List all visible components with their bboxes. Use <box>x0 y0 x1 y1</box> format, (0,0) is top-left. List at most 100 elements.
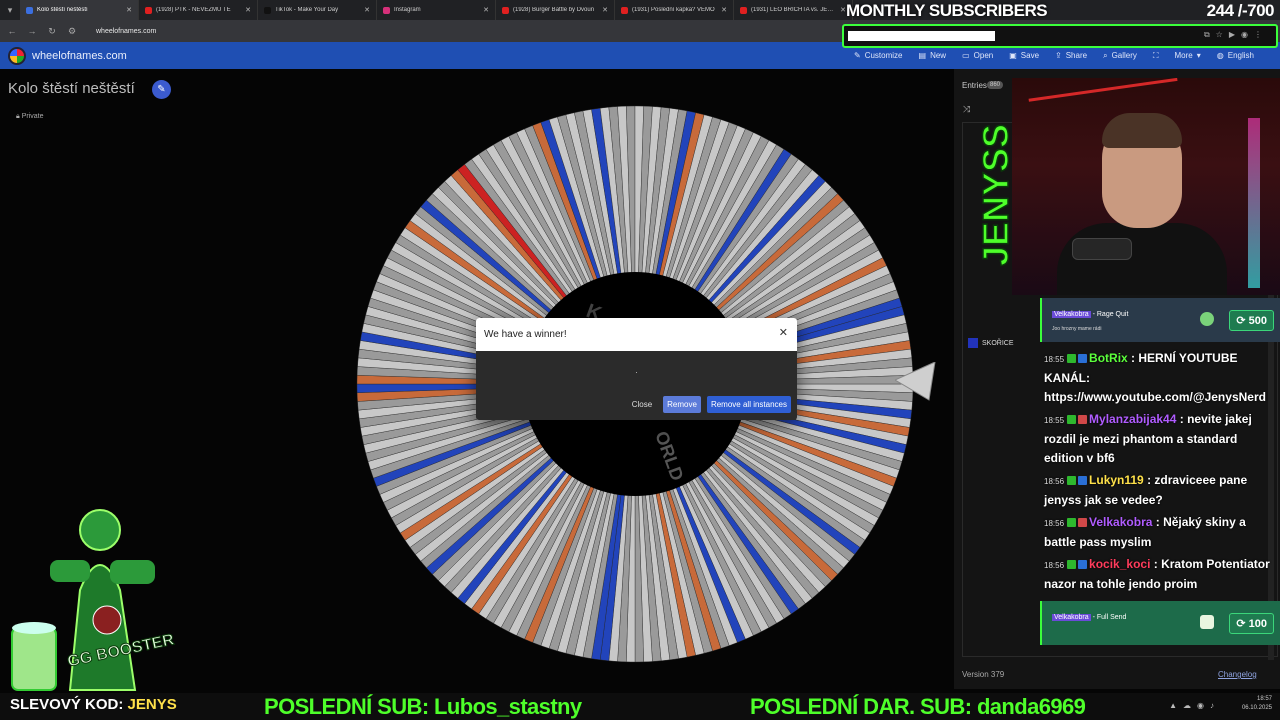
reload-icon[interactable]: ↻ <box>46 26 58 37</box>
browser-tab[interactable]: (1928) PTK - NEVEZMU TĚ ✕ <box>139 0 258 20</box>
subs-goal-count: 244 /-700 <box>1206 1 1275 20</box>
browser-tab[interactable]: (1928) Burger Battle by Dvoun ✕ <box>496 0 615 20</box>
microphone <box>1072 238 1132 260</box>
chat-username[interactable]: BotRix <box>1089 351 1128 365</box>
entries-tab[interactable]: Entries <box>962 81 987 90</box>
chat-badge-icon <box>1078 415 1088 424</box>
close-tab-icon[interactable]: ✕ <box>245 6 251 14</box>
winner-name: · <box>635 368 638 377</box>
close-tab-icon[interactable]: ✕ <box>602 6 608 14</box>
chat-username[interactable]: Mylanzabijak44 <box>1089 412 1176 426</box>
close-tab-icon[interactable]: ✕ <box>126 6 132 14</box>
wheel-pointer-icon <box>895 362 936 401</box>
site-name[interactable]: wheelofnames.com <box>32 50 127 62</box>
menu-customize[interactable]: ✎ Customize <box>854 51 903 60</box>
reward-user: Velkakobra <box>1052 311 1091 318</box>
chat-timestamp: 18:55 <box>1044 355 1065 364</box>
url-field[interactable]: wheelofnames.com <box>96 28 156 35</box>
tab-title: (1928) Burger Battle by Dvoun <box>513 7 595 13</box>
jenyss-logo-text: JENYSS <box>975 124 1016 266</box>
menu-label: Open <box>973 51 994 60</box>
subs-goal-title: MONTHLY SUBSCRIBERS <box>846 1 1048 20</box>
browser-tab[interactable]: (1931) LEO BRICHTA vs. JENYS ✕ <box>734 0 853 20</box>
menu-save[interactable]: ▣ Save <box>1009 51 1039 60</box>
chat-badge-icon <box>1067 476 1077 485</box>
menu-more[interactable]: More ▾ <box>1175 51 1201 60</box>
streamer-hair <box>1102 113 1182 148</box>
close-tab-icon[interactable]: ✕ <box>483 6 489 14</box>
browser-tab[interactable]: (1931) Poslední kapka? VĚMO ✕ <box>615 0 734 20</box>
palette-icon: ✎ <box>854 51 861 60</box>
subs-goal-bar: ⧉☆▶◉⋮ <box>842 24 1278 48</box>
reward-name: - Rage Quit <box>1092 311 1129 318</box>
version-label: Version 379 <box>962 670 1005 679</box>
edit-title-button[interactable]: ✎ <box>152 80 171 99</box>
remove-button[interactable]: Remove <box>663 396 701 413</box>
menu-gallery[interactable]: ⌕ Gallery <box>1103 51 1137 61</box>
browser-tab[interactable]: Kolo štěstí neštěstí ✕ <box>20 0 139 20</box>
shuffle-icon[interactable]: ⤨ <box>963 104 970 115</box>
browser-tab[interactable]: TikTok - Make Your Day ✕ <box>258 0 377 20</box>
discount-code-value: JENYS <box>127 696 177 713</box>
chat-badge-icon <box>1067 415 1077 424</box>
discount-code: SLEVOVÝ KOD: JENYS <box>10 696 177 713</box>
chat-badge-icon <box>1067 354 1077 363</box>
clock-time: 18:57 <box>1256 696 1272 702</box>
privacy-text: Private <box>21 113 44 120</box>
close-tab-icon[interactable]: ✕ <box>721 6 727 14</box>
changelog-link[interactable]: Changelog <box>1218 670 1257 679</box>
close-button[interactable]: Close <box>627 396 657 413</box>
tab-favicon-icon <box>621 6 628 14</box>
site-info-icon[interactable]: ⚙ <box>66 26 78 37</box>
reward-title: Velkakobra - Rage Quit <box>1052 311 1128 318</box>
reward-redeem-card: Velkakobra - Full Send ⟳ 100 <box>1040 601 1280 645</box>
tab-favicon-icon <box>264 6 271 14</box>
entries-count-badge: 860 <box>987 81 1004 89</box>
chat-username[interactable]: kocik_koci <box>1089 557 1150 571</box>
menu-language[interactable]: ◍ English <box>1217 51 1254 60</box>
system-tray-icons[interactable]: ▲☁◉♪ <box>1169 701 1220 710</box>
chat-message: 18:56 Lukyn119 : zdraviceee pane jenyss j… <box>1044 471 1280 510</box>
chat-badge-icon <box>1078 354 1088 363</box>
chat-username[interactable]: Velkakobra <box>1089 515 1152 529</box>
site-logo[interactable] <box>8 46 26 65</box>
tab-title: Kolo štěstí neštěstí <box>37 7 88 13</box>
menu-label: Customize <box>864 51 903 60</box>
remove-all-button[interactable]: Remove all instances <box>706 396 791 413</box>
winner-dialog: We have a winner! ✕ · Close Remove Remov… <box>476 318 797 420</box>
entry-item[interactable]: SKOŘICE <box>968 338 1014 348</box>
close-icon[interactable]: ✕ <box>779 326 788 339</box>
menu-label: Gallery <box>1111 51 1137 60</box>
chat-badge-icon <box>1078 560 1088 569</box>
close-tab-icon[interactable]: ✕ <box>364 6 370 14</box>
chevron-down-icon: ▾ <box>1196 51 1201 60</box>
taskbar-clock[interactable]: 18:57 06.10.2025 <box>1242 695 1272 713</box>
tab-favicon-icon <box>383 6 390 14</box>
dialog-title: We have a winner! <box>484 329 567 340</box>
browser-tab[interactable]: Instagram ✕ <box>377 0 496 20</box>
menu-open[interactable]: ▭ Open <box>962 51 993 60</box>
tab-title: (1928) PTK - NEVEZMU TĚ <box>156 7 231 13</box>
chat-badge-icon <box>1067 560 1077 569</box>
menu-label: New <box>930 51 947 60</box>
clock-date: 06.10.2025 <box>1241 705 1272 711</box>
chat-username[interactable]: Lukyn119 <box>1089 473 1144 487</box>
tab-search-icon[interactable]: ▾ <box>0 0 20 20</box>
tab-title: TikTok - Make Your Day <box>275 7 339 13</box>
reward-cost: ⟳ 100 <box>1229 613 1274 634</box>
chat-badge-icon <box>1067 518 1077 527</box>
back-icon[interactable]: ← <box>6 26 18 36</box>
dialog-header: We have a winner! ✕ <box>476 318 797 351</box>
chat-badge-icon <box>1078 518 1088 527</box>
fullscreen-button[interactable]: ⛶ <box>1153 51 1159 61</box>
menu-new[interactable]: ▤ New <box>919 51 947 60</box>
browser-extension-icons[interactable]: ⧉☆▶◉⋮ <box>1204 30 1268 40</box>
menu-share[interactable]: ⇪ Share <box>1055 51 1087 60</box>
reward-cost-value: 100 <box>1248 618 1267 630</box>
tab-favicon-icon <box>145 6 152 14</box>
browser-tab-bar: ▾ Kolo štěstí neštěstí ✕ (1928) PTK - NEVE… <box>0 0 1280 20</box>
menu-label: English <box>1227 51 1254 60</box>
forward-icon[interactable]: → <box>26 26 38 36</box>
last-sub: POSLEDNÍ SUB: Lubos_stastny <box>264 694 582 719</box>
tab-title: (1931) LEO BRICHTA vs. JENYS <box>751 7 837 13</box>
